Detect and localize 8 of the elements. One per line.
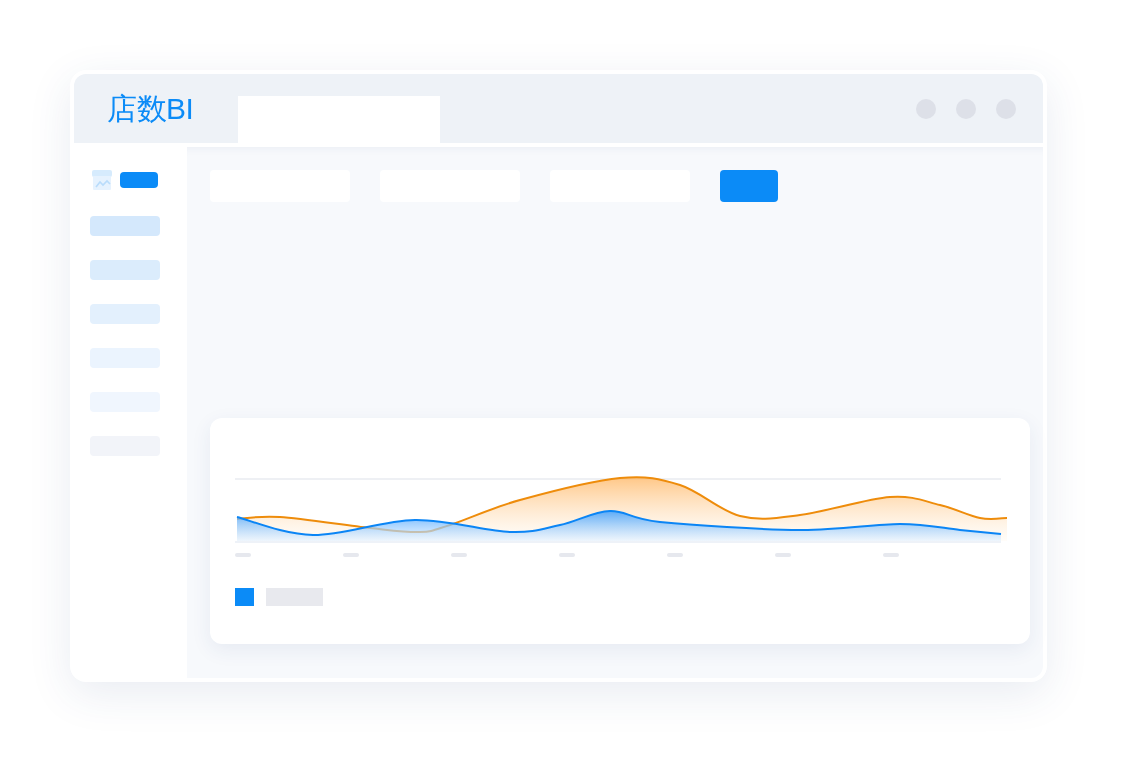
menu-placeholder [90, 260, 160, 280]
highlight-bar [120, 172, 158, 188]
chart-icon [92, 170, 112, 190]
legend-swatch-icon [235, 588, 254, 606]
menu-placeholder [90, 216, 160, 236]
primary-button[interactable] [720, 170, 778, 202]
app-title: 店数BI [107, 93, 194, 124]
menu-placeholder [90, 304, 160, 324]
